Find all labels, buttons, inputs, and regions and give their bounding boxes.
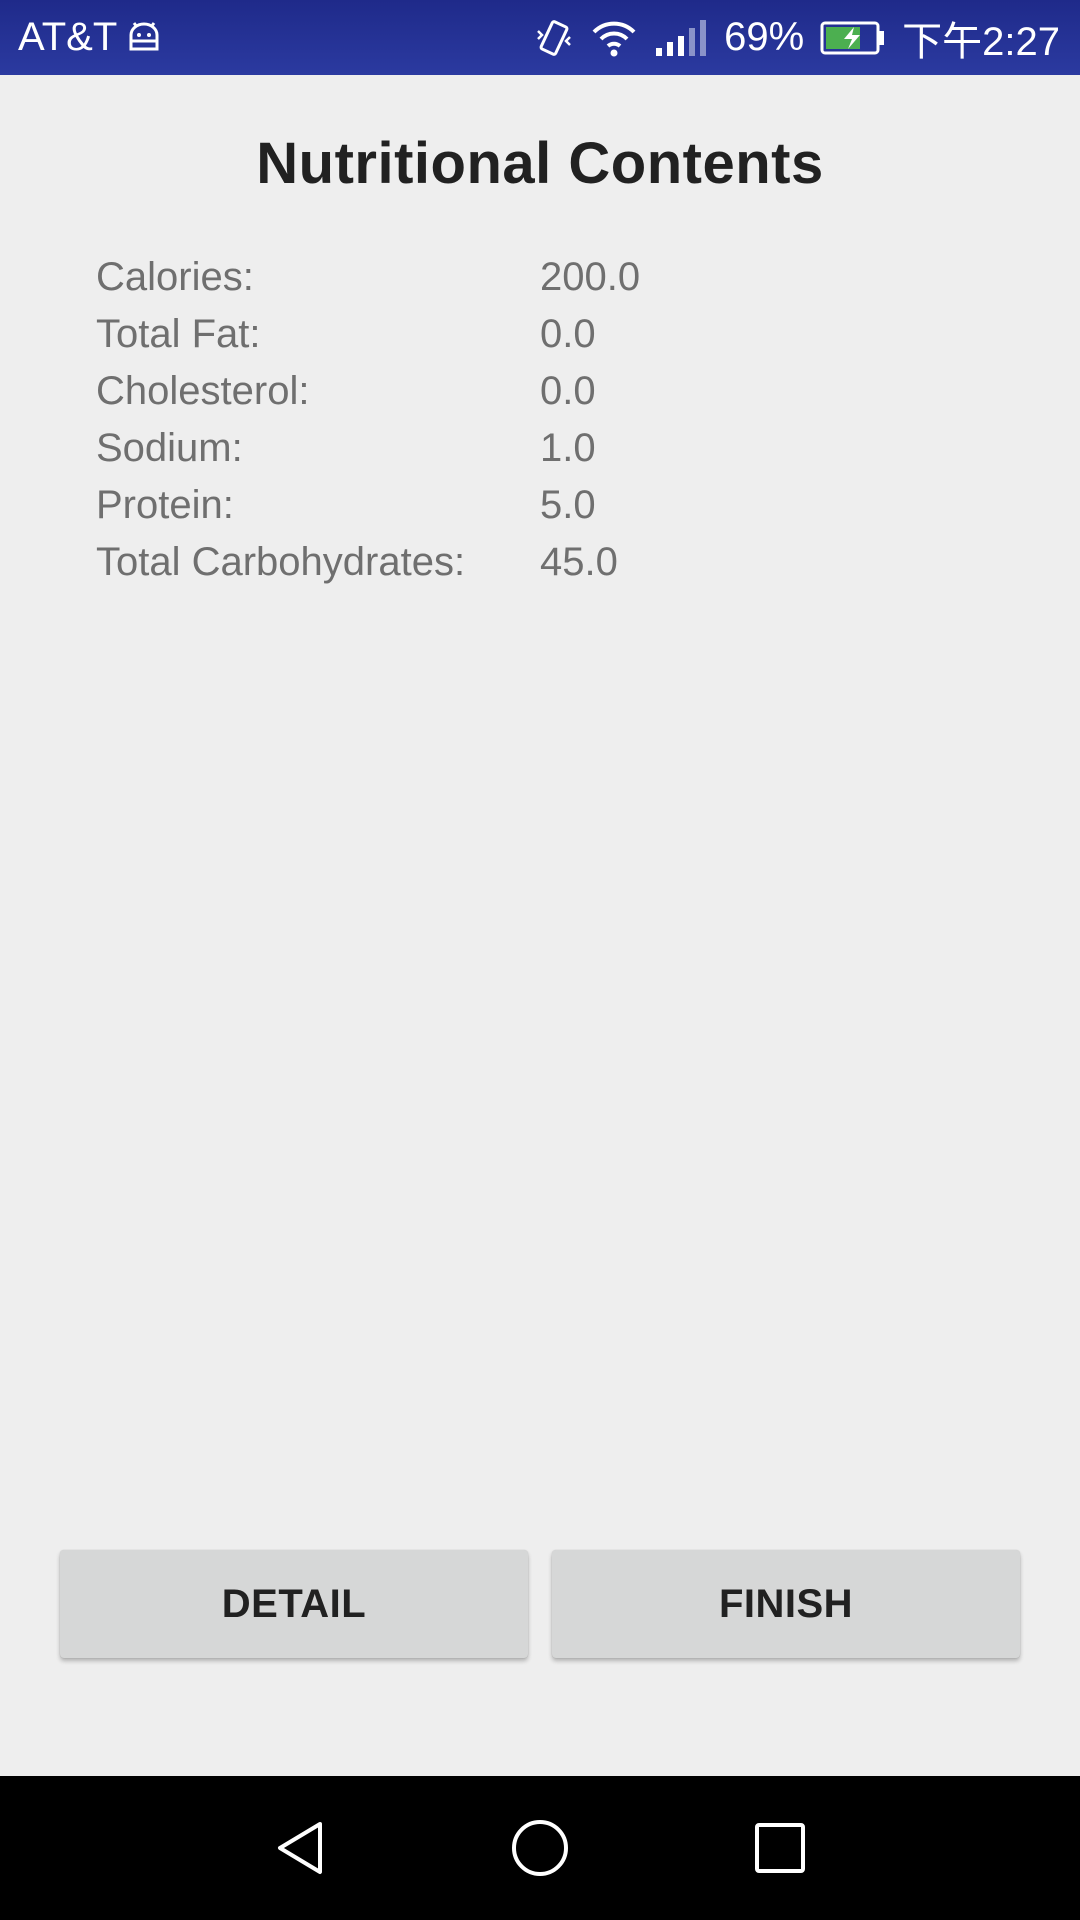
nutrient-list: Calories: 200.0 Total Fat: 0.0 Cholester… (96, 255, 996, 597)
navigation-bar (0, 1776, 1080, 1920)
recents-button[interactable] (720, 1776, 840, 1920)
home-icon (512, 1820, 568, 1876)
nutrient-label: Protein: (96, 483, 234, 527)
back-button[interactable] (240, 1776, 360, 1920)
nutrient-label: Cholesterol: (96, 369, 310, 413)
status-bar: AT&T 69% 下午2:27 (0, 0, 1080, 75)
nutrient-label: Total Fat: (96, 312, 261, 356)
nutrient-row-total-fat: Total Fat: 0.0 (96, 312, 996, 369)
detail-button[interactable]: DETAIL (60, 1550, 528, 1658)
nutrient-value: 200.0 (540, 255, 641, 299)
recents-icon (755, 1823, 805, 1873)
nutrient-value: 45.0 (540, 540, 618, 584)
nutrient-row-cholesterol: Cholesterol: 0.0 (96, 369, 996, 426)
finish-button[interactable]: FINISH (552, 1550, 1020, 1658)
status-left: AT&T (18, 0, 163, 75)
nutrient-row-calories: Calories: 200.0 (96, 255, 996, 312)
wifi-icon (590, 18, 638, 58)
nutrient-value: 1.0 (540, 426, 596, 470)
back-icon (278, 1822, 322, 1874)
nutrient-value: 5.0 (540, 483, 596, 527)
nutrient-label: Calories: (96, 255, 254, 299)
nutrient-row-protein: Protein: 5.0 (96, 483, 996, 540)
nutrient-label: Total Carbohydrates: (96, 540, 466, 584)
carrier-label: AT&T (18, 15, 118, 59)
nutrient-value: 0.0 (540, 369, 596, 413)
nutrient-label: Sodium: (96, 426, 243, 470)
battery-percent: 69% (724, 15, 805, 59)
status-right: 69% 下午2:27 (534, 0, 1060, 75)
nutrient-row-total-carbohydrates: Total Carbohydrates: 45.0 (96, 540, 996, 597)
screen: AT&T 69% 下午2:27 Nutritional Contents Cal… (0, 0, 1080, 1920)
vibrate-icon (534, 17, 574, 59)
nutrient-row-sodium: Sodium: 1.0 (96, 426, 996, 483)
battery-charging-icon (820, 21, 886, 55)
signal-icon (654, 18, 708, 58)
clock: 下午2:27 (902, 19, 1060, 64)
home-button[interactable] (480, 1776, 600, 1920)
android-debug-icon (125, 19, 163, 57)
nutrient-value: 0.0 (540, 312, 596, 356)
page-title: Nutritional Contents (256, 131, 824, 196)
